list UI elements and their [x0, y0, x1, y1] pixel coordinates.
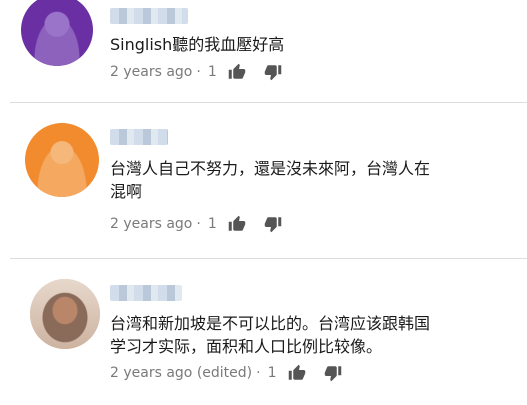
- dislike-button[interactable]: [321, 363, 345, 383]
- comment-1: Singlish聽的我血壓好高 2 years ago · 1: [0, 0, 527, 100]
- avatar[interactable]: [21, 0, 93, 66]
- like-button[interactable]: [225, 214, 249, 234]
- thumbs-up-icon: [288, 364, 305, 380]
- separator: ·: [256, 365, 261, 381]
- like-button[interactable]: [285, 363, 309, 383]
- dislike-button[interactable]: [261, 62, 285, 82]
- dislike-button[interactable]: [261, 214, 285, 234]
- comment-meta: 2 years ago · 1: [110, 214, 285, 234]
- comment-text-line: 台灣人自己不努力，還是沒未來阿，台灣人在: [110, 159, 431, 178]
- thumbs-down-icon: [264, 217, 281, 233]
- comment-text: 台灣人自己不努力，還是沒未來阿，台灣人在 混啊: [110, 157, 505, 203]
- thumbs-up-icon: [228, 215, 245, 231]
- author-name[interactable]: [110, 129, 168, 145]
- comment-2: 台灣人自己不努力，還是沒未來阿，台灣人在 混啊 2 years ago · 1: [0, 103, 527, 258]
- separator: ·: [196, 64, 201, 80]
- comment-3: 台湾和新加坡是不可以比的。台湾应该跟韩国 学习才实际，面积和人口比例比较像。 2…: [0, 259, 527, 405]
- author-name[interactable]: [110, 285, 182, 301]
- comment-text-line: 混啊: [110, 182, 143, 201]
- avatar[interactable]: [25, 123, 99, 197]
- avatar[interactable]: [30, 279, 100, 349]
- timestamp: 2 years ago: [110, 216, 193, 232]
- author-name[interactable]: [110, 8, 188, 24]
- comment-text-line: 台湾和新加坡是不可以比的。台湾应该跟韩国: [110, 314, 431, 333]
- thumbs-up-icon: [228, 63, 245, 79]
- comment-text: 台湾和新加坡是不可以比的。台湾应该跟韩国 学习才实际，面积和人口比例比较像。: [110, 312, 505, 358]
- like-count: 1: [207, 216, 217, 232]
- separator: ·: [196, 216, 201, 232]
- comment-meta: 2 years ago · 1: [110, 62, 285, 82]
- thumbs-down-icon: [264, 65, 281, 81]
- timestamp: 2 years ago (edited): [110, 365, 253, 381]
- comment-meta: 2 years ago (edited) · 1: [110, 363, 345, 383]
- comment-text-line: 学习才实际，面积和人口比例比较像。: [110, 337, 383, 356]
- comment-text: Singlish聽的我血壓好高: [110, 35, 285, 54]
- like-count: 1: [267, 365, 277, 381]
- like-count: 1: [207, 64, 217, 80]
- like-button[interactable]: [225, 62, 249, 82]
- timestamp: 2 years ago: [110, 64, 193, 80]
- thumbs-down-icon: [324, 366, 341, 382]
